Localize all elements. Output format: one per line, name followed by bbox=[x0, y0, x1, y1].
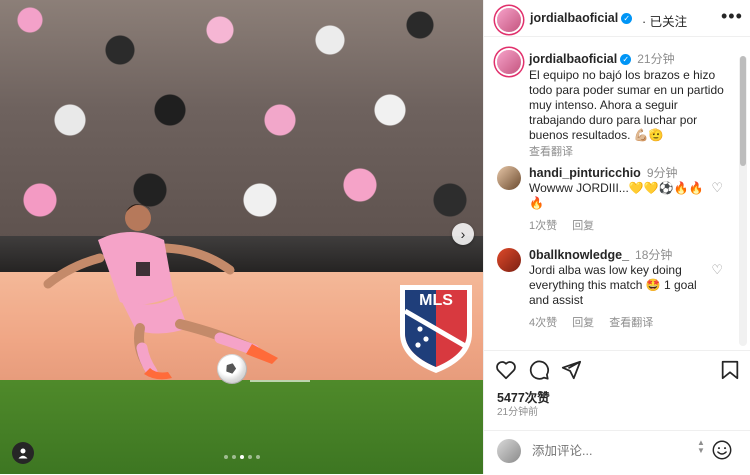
carousel-dot-active bbox=[239, 455, 244, 459]
more-horizontal-icon[interactable]: ••• bbox=[721, 6, 743, 27]
comment-body: handi_pinturicchio 9分钟 Wowww JORDIII...💛💛… bbox=[529, 166, 723, 234]
post-side-panel: jordialbaoficial ✓ · 已关注 ••• jordialbaofi… bbox=[483, 0, 750, 474]
viewer-avatar bbox=[497, 439, 521, 463]
instagram-post-viewer: MLS › jordialbaoficial ✓ · 已关注 ••• jordi… bbox=[0, 0, 750, 474]
player-figure bbox=[43, 204, 278, 380]
chevron-right-icon: › bbox=[460, 226, 466, 242]
see-translation-link[interactable]: 查看翻译 bbox=[529, 145, 737, 160]
author-username[interactable]: jordialbaoficial ✓ bbox=[530, 11, 633, 25]
scrollbar-thumb[interactable] bbox=[740, 56, 746, 166]
comment-meta: 1次赞 回复 bbox=[529, 219, 711, 234]
caption-username-text: jordialbaoficial bbox=[529, 52, 618, 66]
comment-text: Jordi alba was low key doing everything … bbox=[529, 263, 697, 307]
comment-body: 0ballknowledge_ 18分钟 Jordi alba was low k… bbox=[529, 248, 723, 331]
post-photo[interactable]: MLS › bbox=[0, 0, 483, 474]
author-avatar[interactable] bbox=[497, 8, 521, 32]
author-username-text: jordialbaoficial bbox=[530, 11, 619, 25]
soccer-ball bbox=[217, 354, 247, 384]
comment-like-heart-icon[interactable]: ♡ bbox=[711, 180, 723, 195]
add-comment-bar: ▲▼ bbox=[484, 430, 750, 475]
carousel-dot bbox=[231, 455, 236, 459]
comment-likes[interactable]: 1次赞 bbox=[529, 220, 557, 232]
comment-like-heart-icon[interactable]: ♡ bbox=[711, 262, 723, 277]
post-header: jordialbaoficial ✓ · 已关注 ••• bbox=[484, 0, 750, 37]
commenter-username[interactable]: handi_pinturicchio bbox=[529, 166, 641, 180]
comment-input[interactable] bbox=[530, 443, 684, 459]
carousel-indicator bbox=[0, 455, 483, 459]
comments-scrollbar[interactable] bbox=[739, 56, 747, 346]
comment-time: 9分钟 bbox=[646, 166, 678, 180]
input-resize-stepper[interactable]: ▲ ▼ bbox=[697, 439, 705, 455]
caption-text: El equipo no bajó los brazos e hizo todo… bbox=[529, 68, 724, 142]
caption-avatar[interactable] bbox=[497, 50, 521, 74]
mls-logo-text: MLS bbox=[419, 292, 453, 309]
follow-label: 已关注 bbox=[649, 15, 688, 29]
commenter-avatar[interactable] bbox=[497, 248, 521, 272]
caption-body: jordialbaoficial ✓ 21分钟 El equipo no bajó … bbox=[529, 52, 737, 160]
carousel-dot bbox=[255, 455, 260, 459]
carousel-dot bbox=[223, 455, 228, 459]
post-timestamp: 21分钟前 bbox=[497, 407, 539, 418]
heart-icon[interactable] bbox=[495, 359, 517, 381]
commenter-username[interactable]: 0ballknowledge_ bbox=[529, 248, 629, 262]
commenter-avatar[interactable] bbox=[497, 166, 521, 190]
emoji-icon[interactable] bbox=[711, 439, 733, 461]
comment-reply-button[interactable]: 回复 bbox=[572, 220, 594, 232]
comment-translate-link[interactable]: 查看翻译 bbox=[609, 317, 653, 329]
verified-badge-icon: ✓ bbox=[620, 54, 632, 66]
follow-status-button[interactable]: · 已关注 bbox=[642, 11, 687, 30]
comment-meta: 4次赞 回复 查看翻译 bbox=[529, 316, 711, 331]
bookmark-icon[interactable] bbox=[719, 359, 741, 381]
caption-time: 21分钟 bbox=[637, 52, 675, 66]
comment-bubble-icon[interactable] bbox=[528, 359, 550, 381]
verified-badge-icon: ✓ bbox=[621, 13, 633, 25]
pitch bbox=[0, 380, 483, 474]
carousel-dot bbox=[247, 455, 252, 459]
comment-reply-button[interactable]: 回复 bbox=[572, 317, 594, 329]
comment-time: 18分钟 bbox=[635, 248, 673, 262]
post-actions: 5477次赞 21分钟前 bbox=[484, 350, 750, 431]
comment-text: Wowww JORDIII...💛💛⚽🔥🔥🔥 bbox=[529, 181, 704, 210]
comment-likes[interactable]: 4次赞 bbox=[529, 317, 557, 329]
caption-username[interactable]: jordialbaoficial ✓ bbox=[529, 52, 632, 66]
mls-logo: MLS bbox=[400, 285, 472, 373]
carousel-next-button[interactable]: › bbox=[452, 223, 474, 245]
tagged-users-button[interactable] bbox=[12, 442, 34, 464]
send-icon[interactable] bbox=[560, 359, 582, 381]
